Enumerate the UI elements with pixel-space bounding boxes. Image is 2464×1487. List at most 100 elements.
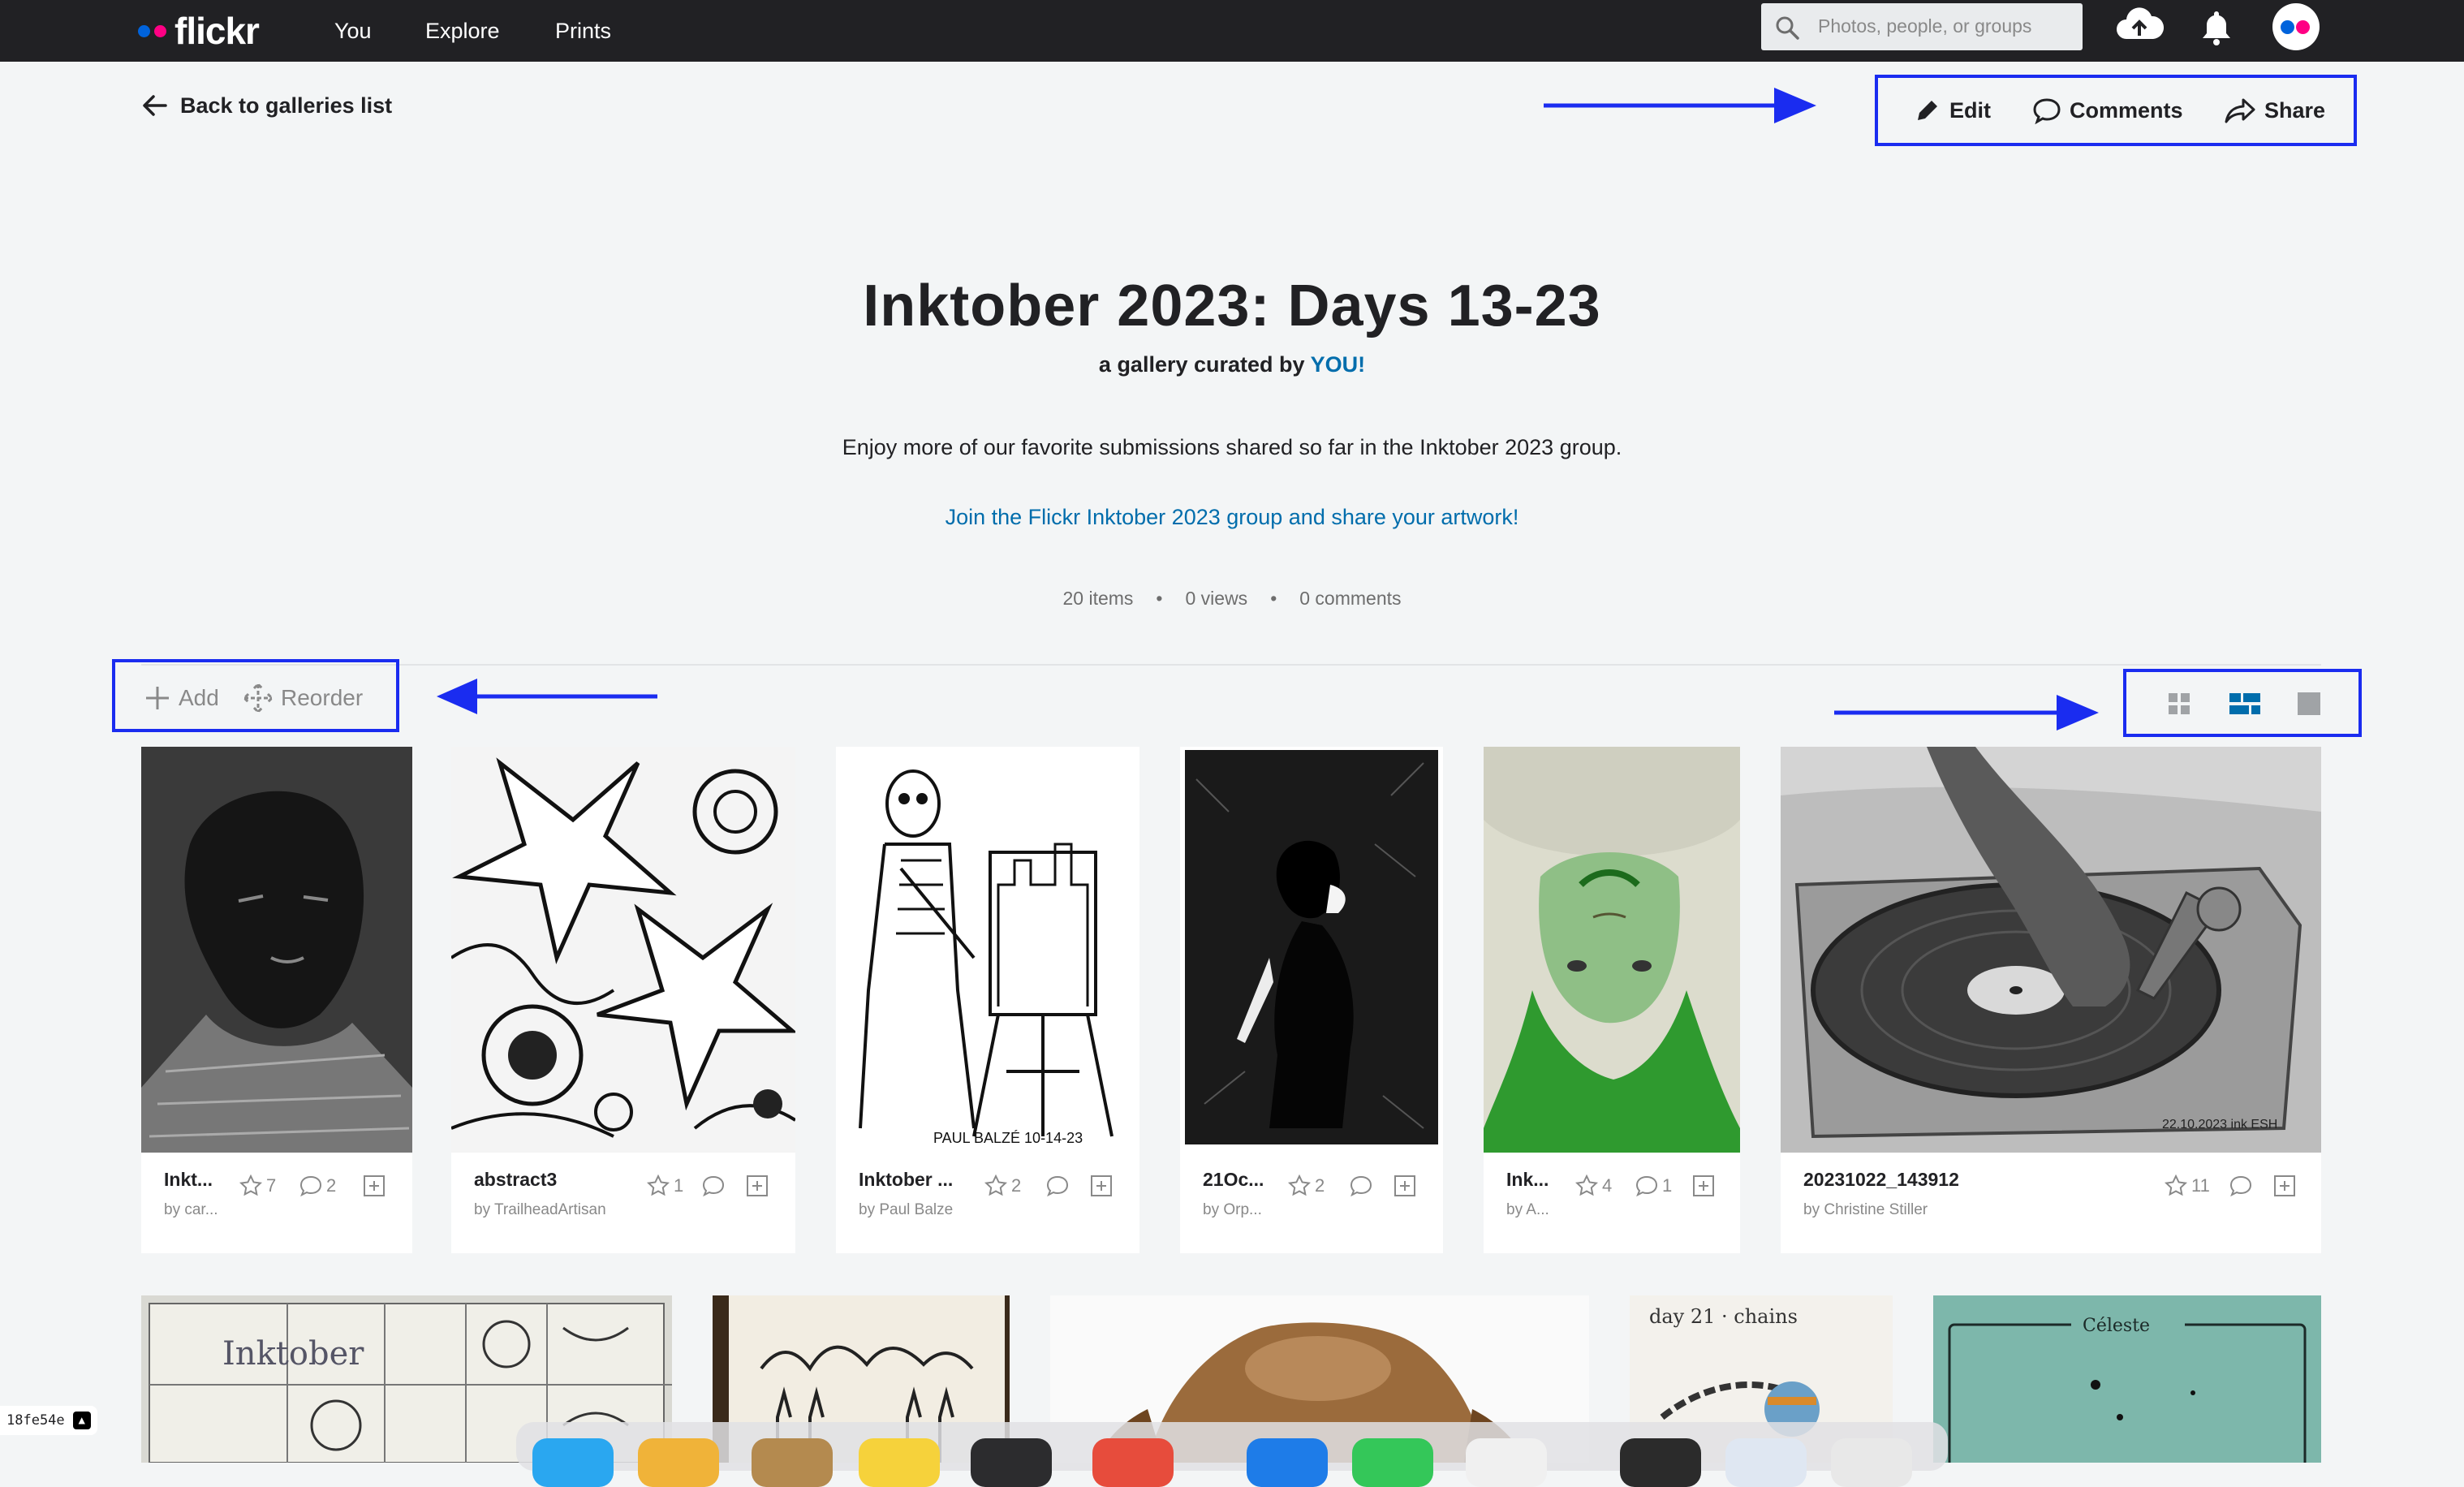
share-button[interactable]: Share: [2224, 94, 2325, 127]
fave-count: 11: [2191, 1175, 2210, 1196]
photo-author[interactable]: by Christine Stiller: [1803, 1201, 1928, 1219]
avatar-pink-dot: [2296, 20, 2310, 34]
comment-icon: [1635, 1175, 1658, 1197]
photo-thumbnail[interactable]: [1484, 747, 1740, 1153]
messages-app-icon[interactable]: [1352, 1438, 1433, 1487]
photo-title[interactable]: Ink...: [1506, 1169, 1549, 1191]
add-to-gallery-icon[interactable]: [1393, 1174, 1417, 1198]
add-button[interactable]: Add: [143, 682, 219, 714]
launchpad-app-icon[interactable]: [638, 1438, 719, 1487]
reorder-label: Reorder: [281, 685, 364, 710]
macos-dock: [516, 1422, 1948, 1487]
comment-button[interactable]: 2: [299, 1174, 336, 1198]
comment-button[interactable]: [701, 1174, 729, 1198]
reorder-button[interactable]: Reorder: [242, 682, 363, 714]
back-to-galleries-link[interactable]: Back to galleries list: [141, 89, 392, 122]
section-divider: [141, 664, 2321, 666]
photo-thumbnail[interactable]: [451, 747, 795, 1153]
join-group-link[interactable]: Join the Flickr Inktober 2023 group and …: [0, 505, 2464, 530]
fave-button[interactable]: 2: [984, 1174, 1021, 1198]
fave-button[interactable]: 7: [239, 1174, 276, 1198]
photo-thumbnail[interactable]: Céleste: [1933, 1295, 2321, 1463]
photo-thumbnail[interactable]: [1180, 747, 1443, 1153]
photo-title[interactable]: 21Oc...: [1203, 1169, 1264, 1191]
search-box[interactable]: Photos, people, or groups: [1761, 3, 2083, 50]
comment-icon: [1046, 1175, 1069, 1197]
flickr-logo[interactable]: flickr: [138, 10, 260, 52]
star-icon: [984, 1174, 1008, 1196]
avatar[interactable]: [2272, 3, 2320, 50]
edit-label: Edit: [1949, 97, 1991, 123]
edit-button[interactable]: Edit: [1914, 94, 1991, 127]
slack-app-icon[interactable]: [1466, 1438, 1547, 1487]
search-placeholder: Photos, people, or groups: [1818, 15, 2032, 37]
photo-card[interactable]: Ink... by A... 4 1: [1484, 747, 1740, 1253]
add-to-gallery-icon[interactable]: [1089, 1174, 1114, 1198]
photo-card[interactable]: PAUL BALZÉ 10-14-23 Inktober ... by Paul…: [836, 747, 1139, 1253]
fave-button[interactable]: 4: [1574, 1174, 1612, 1198]
photo-author[interactable]: by Orp...: [1203, 1201, 1262, 1219]
comment-button[interactable]: 1: [1635, 1174, 1672, 1198]
photo-author[interactable]: by A...: [1506, 1201, 1549, 1219]
photo-title[interactable]: Inktober ...: [859, 1169, 953, 1191]
safari-app-icon[interactable]: [1247, 1438, 1328, 1487]
comment-bubble-icon: [2033, 98, 2061, 124]
photo-card[interactable]: 21Oc... by Orp... 2: [1180, 747, 1443, 1253]
stats-separator: •: [1270, 588, 1277, 609]
photo-author[interactable]: by TrailheadArtisan: [474, 1201, 606, 1219]
nav-explore[interactable]: Explore: [425, 11, 500, 50]
search-icon: [1776, 16, 1799, 40]
nav-you[interactable]: You: [334, 11, 372, 50]
comment-button[interactable]: [1045, 1174, 1073, 1198]
photo-thumbnail[interactable]: [141, 747, 412, 1153]
items-count: 20 items: [1062, 588, 1134, 609]
add-to-gallery-icon[interactable]: [362, 1174, 386, 1198]
photo-meta: Inktober ... by Paul Balze 2: [836, 1153, 1139, 1253]
photo-title[interactable]: Inkt...: [164, 1169, 213, 1191]
curator-link[interactable]: YOU!: [1311, 352, 1366, 377]
finder-app-icon[interactable]: [532, 1438, 614, 1487]
terminal-app-icon[interactable]: [1620, 1438, 1701, 1487]
justified-view-icon[interactable]: [2229, 692, 2261, 716]
preview-window-icon[interactable]: [1725, 1438, 1807, 1487]
add-to-gallery-icon[interactable]: [745, 1174, 769, 1198]
grid-view-icon[interactable]: [2167, 692, 2191, 716]
fave-button[interactable]: 1: [646, 1174, 683, 1198]
upload-cloud-icon[interactable]: [2115, 5, 2164, 45]
photo-title[interactable]: abstract3: [474, 1169, 557, 1191]
signature-text: PAUL BALZÉ 10-14-23: [933, 1130, 1083, 1146]
photo-thumbnail[interactable]: PAUL BALZÉ 10-14-23: [836, 747, 1139, 1153]
gallery-curator-line: a gallery curated by YOU!: [0, 352, 2464, 377]
photo-author[interactable]: by car...: [164, 1201, 218, 1219]
stickies-app-icon[interactable]: [859, 1438, 940, 1487]
chrome-app-icon[interactable]: [1092, 1438, 1174, 1487]
comment-button[interactable]: [1349, 1174, 1376, 1198]
notes-app-icon[interactable]: [752, 1438, 833, 1487]
photo-thumbnail[interactable]: 22.10.2023 ink ESH: [1781, 747, 2321, 1153]
photo-meta: 21Oc... by Orp... 2: [1180, 1153, 1443, 1253]
nav-prints[interactable]: Prints: [555, 11, 611, 50]
add-to-gallery-icon[interactable]: [2272, 1174, 2297, 1198]
comment-button[interactable]: [2229, 1174, 2256, 1198]
build-hash-badge: 18fe54e ▲: [0, 1406, 97, 1435]
comments-button[interactable]: Comments: [2032, 94, 2183, 127]
avatar-blue-dot: [2281, 20, 2294, 34]
photo-author[interactable]: by Paul Balze: [859, 1201, 953, 1219]
back-label: Back to galleries list: [180, 93, 393, 118]
photo-card[interactable]: 22.10.2023 ink ESH 20231022_143912 by Ch…: [1781, 747, 2321, 1253]
photo-card[interactable]: abstract3 by TrailheadArtisan 1: [451, 747, 795, 1253]
curated-prefix: a gallery curated by: [1098, 352, 1311, 377]
single-view-icon[interactable]: [2297, 692, 2321, 716]
fave-count: 2: [1315, 1175, 1325, 1196]
system-settings-app-icon[interactable]: [971, 1438, 1052, 1487]
trash-app-icon[interactable]: [1831, 1438, 1912, 1487]
logo-wordmark: flickr: [174, 10, 260, 52]
fave-button[interactable]: 2: [1287, 1174, 1325, 1198]
add-to-gallery-icon[interactable]: [1691, 1174, 1716, 1198]
photo-title[interactable]: 20231022_143912: [1803, 1169, 1959, 1191]
fave-button[interactable]: 11: [2164, 1174, 2210, 1198]
photo-card[interactable]: Inkt... by car... 7 2: [141, 747, 412, 1253]
notification-bell-icon[interactable]: [2199, 8, 2234, 47]
celeste-caption-text: Céleste: [2083, 1316, 2150, 1336]
gallery-actions-highlight: Edit Comments Share: [1875, 75, 2357, 146]
